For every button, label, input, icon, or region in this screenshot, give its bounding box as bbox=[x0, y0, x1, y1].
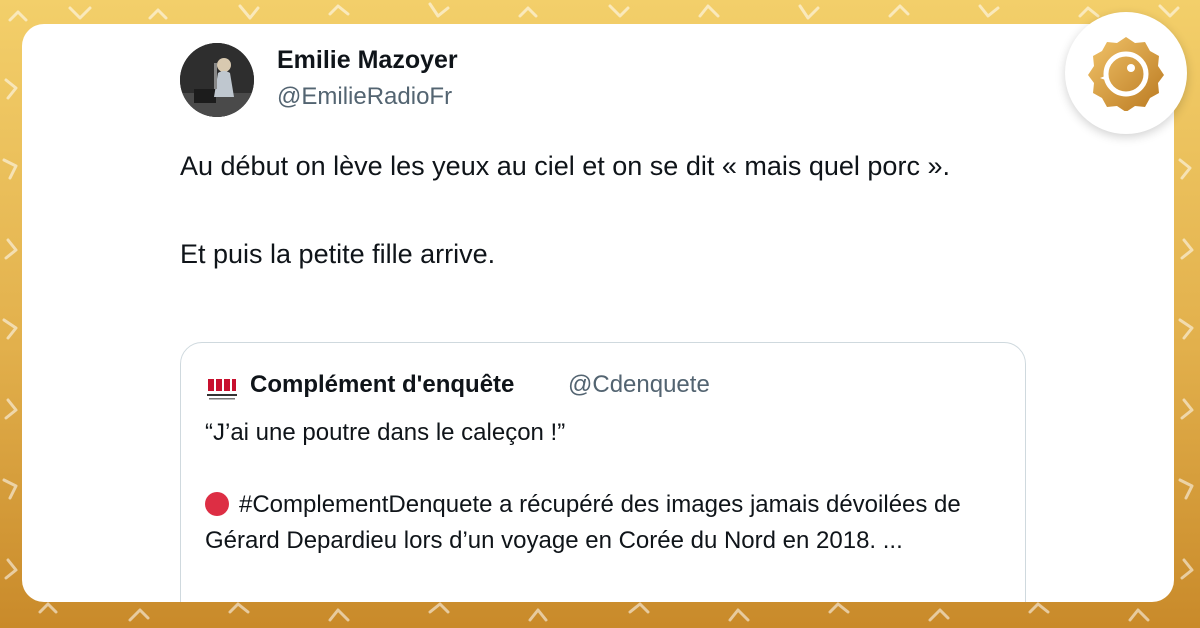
tweet-paragraph: Et puis la petite fille arrive. bbox=[180, 239, 496, 269]
tweet-text: Au début on lève les yeux au ciel et on … bbox=[180, 144, 1040, 276]
quoted-author-handle[interactable]: @Cdenquete bbox=[568, 371, 710, 399]
tweet-card: Emilie Mazoyer @EmilieRadioFr Au début o… bbox=[22, 24, 1174, 602]
tweet-paragraph: Au début on lève les yeux au ciel et on … bbox=[180, 151, 950, 181]
complement-denquete-logo-icon bbox=[207, 379, 237, 400]
author-name[interactable]: Emilie Mazoyer bbox=[277, 46, 458, 75]
quoted-author-name[interactable]: Complément d'enquête bbox=[250, 371, 514, 399]
gold-chick-logo-icon bbox=[1088, 37, 1164, 111]
avatar[interactable] bbox=[180, 43, 254, 117]
site-badge bbox=[1065, 12, 1187, 134]
quoted-line: “J’ai une poutre dans le caleçon !” bbox=[205, 419, 566, 446]
red-circle-icon bbox=[205, 492, 229, 516]
quoted-tweet[interactable]: Complément d'enquête @Cdenquete “J’ai un… bbox=[180, 342, 1026, 602]
quoted-line-with-hashtag: #ComplementDenquete a récupéré des image… bbox=[205, 487, 995, 559]
quoted-tweet-text: “J’ai une poutre dans le caleçon !” #Com… bbox=[205, 415, 995, 559]
profile-photo bbox=[180, 43, 254, 117]
quoted-body-text: #ComplementDenquete a récupéré des image… bbox=[205, 491, 961, 554]
author-handle[interactable]: @EmilieRadioFr bbox=[277, 83, 452, 111]
